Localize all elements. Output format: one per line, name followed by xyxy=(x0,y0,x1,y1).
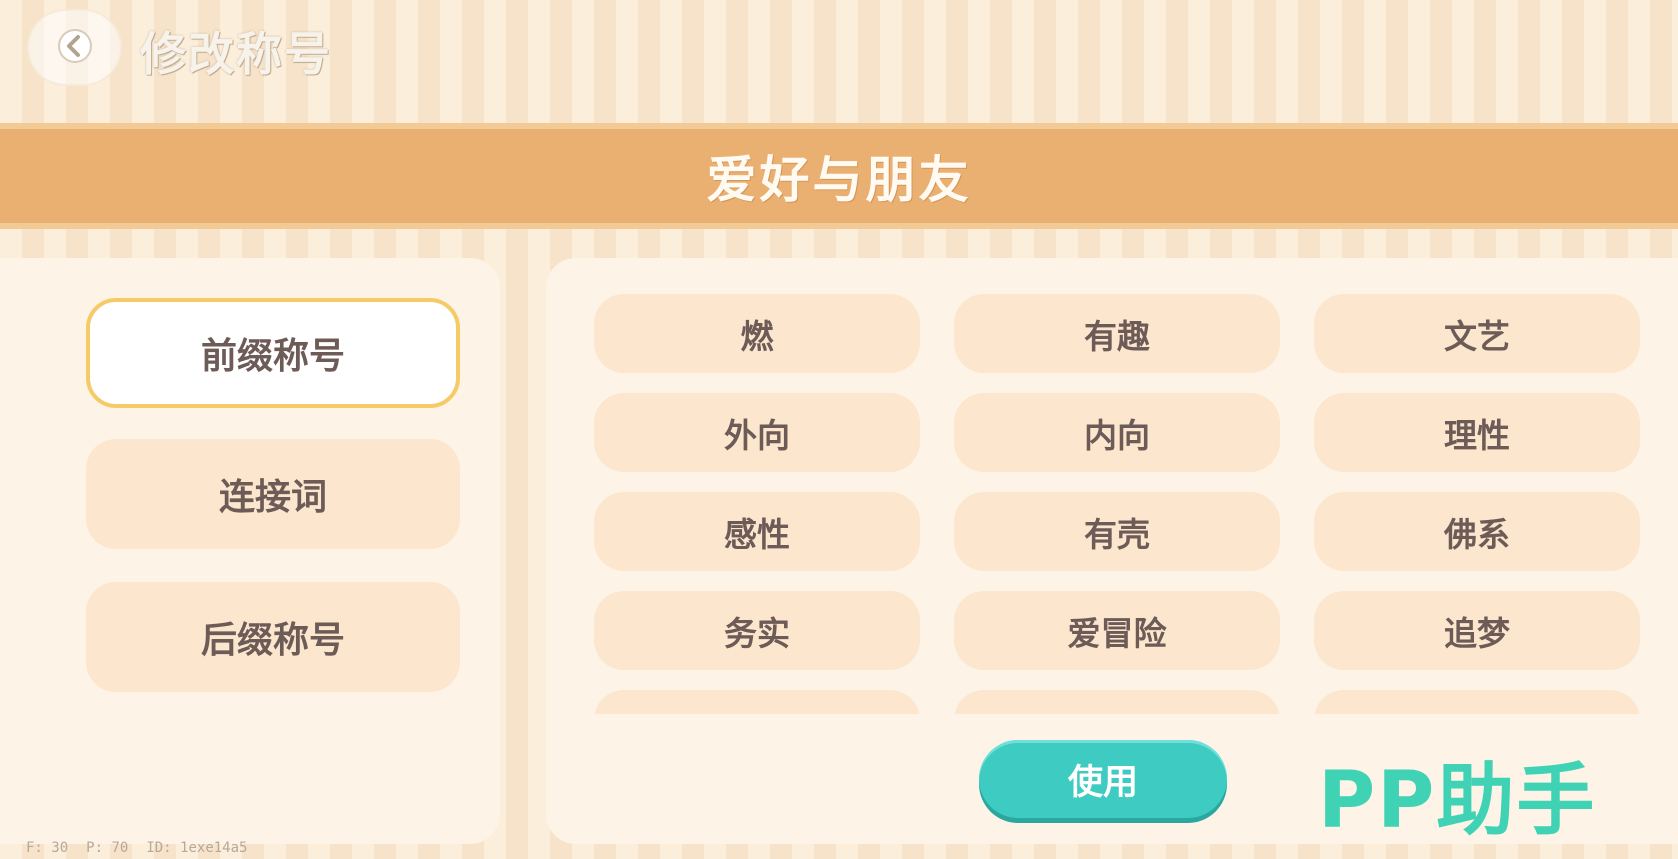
tab-connector[interactable]: 连接词 xyxy=(86,439,460,549)
title-list[interactable]: 燃 有趣 文艺 外向 内向 理性 感性 有壳 佛系 务实 爱冒险 追梦 xyxy=(594,294,1646,714)
title-option[interactable] xyxy=(594,690,920,714)
title-option[interactable]: 感性 xyxy=(594,492,920,571)
debug-id: ID: 1exe14a5 xyxy=(146,840,248,856)
category-banner: 爱好与朋友 xyxy=(0,123,1678,229)
back-button[interactable] xyxy=(27,9,122,86)
title-option[interactable]: 佛系 xyxy=(1314,492,1640,571)
title-option[interactable]: 外向 xyxy=(594,393,920,472)
title-option[interactable]: 文艺 xyxy=(1314,294,1640,373)
title-option[interactable] xyxy=(1314,690,1640,714)
tab-panel: 前缀称号 连接词 后缀称号 xyxy=(0,258,500,844)
debug-f: F: 30 xyxy=(26,840,69,856)
debug-info: F: 30 P: 70 ID: 1exe14a5 xyxy=(26,840,247,856)
use-button[interactable]: 使用 xyxy=(979,740,1227,818)
category-title: 爱好与朋友 xyxy=(706,151,972,209)
chevron-left-icon xyxy=(55,26,95,70)
title-option[interactable] xyxy=(954,690,1280,714)
title-option[interactable]: 有趣 xyxy=(954,294,1280,373)
tab-prefix-title[interactable]: 前缀称号 xyxy=(86,298,460,408)
page-title: 修改称号 xyxy=(140,27,332,81)
title-option[interactable]: 理性 xyxy=(1314,393,1640,472)
debug-p: P: 70 xyxy=(86,840,129,856)
title-option[interactable]: 务实 xyxy=(594,591,920,670)
title-option[interactable]: 内向 xyxy=(954,393,1280,472)
title-option[interactable]: 爱冒险 xyxy=(954,591,1280,670)
tab-suffix-title[interactable]: 后缀称号 xyxy=(86,582,460,692)
title-option[interactable]: 燃 xyxy=(594,294,920,373)
title-option[interactable]: 有壳 xyxy=(954,492,1280,571)
title-option[interactable]: 追梦 xyxy=(1314,591,1640,670)
watermark-logo: PP助手 xyxy=(1318,756,1597,846)
